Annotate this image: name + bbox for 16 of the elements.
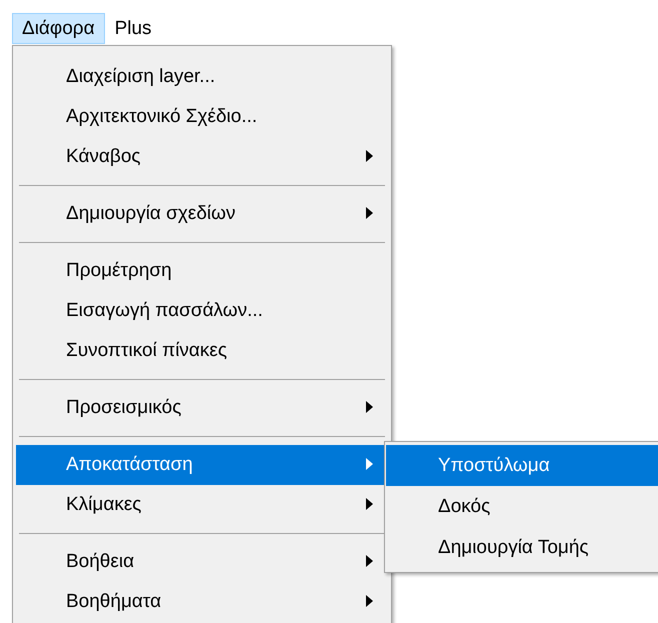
- menu-item[interactable]: Δοκός: [386, 486, 658, 527]
- menu-item[interactable]: Συνοπτικοί πίνακες: [16, 331, 388, 371]
- menubar-item[interactable]: Plus: [104, 13, 162, 44]
- menu-item[interactable]: Προμέτρηση: [16, 251, 388, 291]
- menu-item[interactable]: Βοήθεια: [16, 542, 388, 582]
- menu-item[interactable]: Κλίμακες: [16, 485, 388, 525]
- menu-item[interactable]: Αρχιτεκτονικό Σχέδιο...: [16, 97, 388, 137]
- menu-item[interactable]: Διαχείριση layer...: [16, 57, 388, 97]
- menu-item[interactable]: Εισαγωγή πασσάλων...: [16, 291, 388, 331]
- menubar-item[interactable]: Διάφορα: [12, 13, 105, 44]
- menu-item[interactable]: Βοηθήματα: [16, 582, 388, 622]
- menu-item[interactable]: Κάναβος: [16, 137, 388, 177]
- menu-item[interactable]: Δημιουργία Τομής: [386, 527, 658, 568]
- menu-item[interactable]: Προσεισμικός: [16, 388, 388, 428]
- menu-item[interactable]: Δημιουργία σχεδίων: [16, 194, 388, 234]
- menu-item[interactable]: Υποστύλωμα: [386, 445, 658, 486]
